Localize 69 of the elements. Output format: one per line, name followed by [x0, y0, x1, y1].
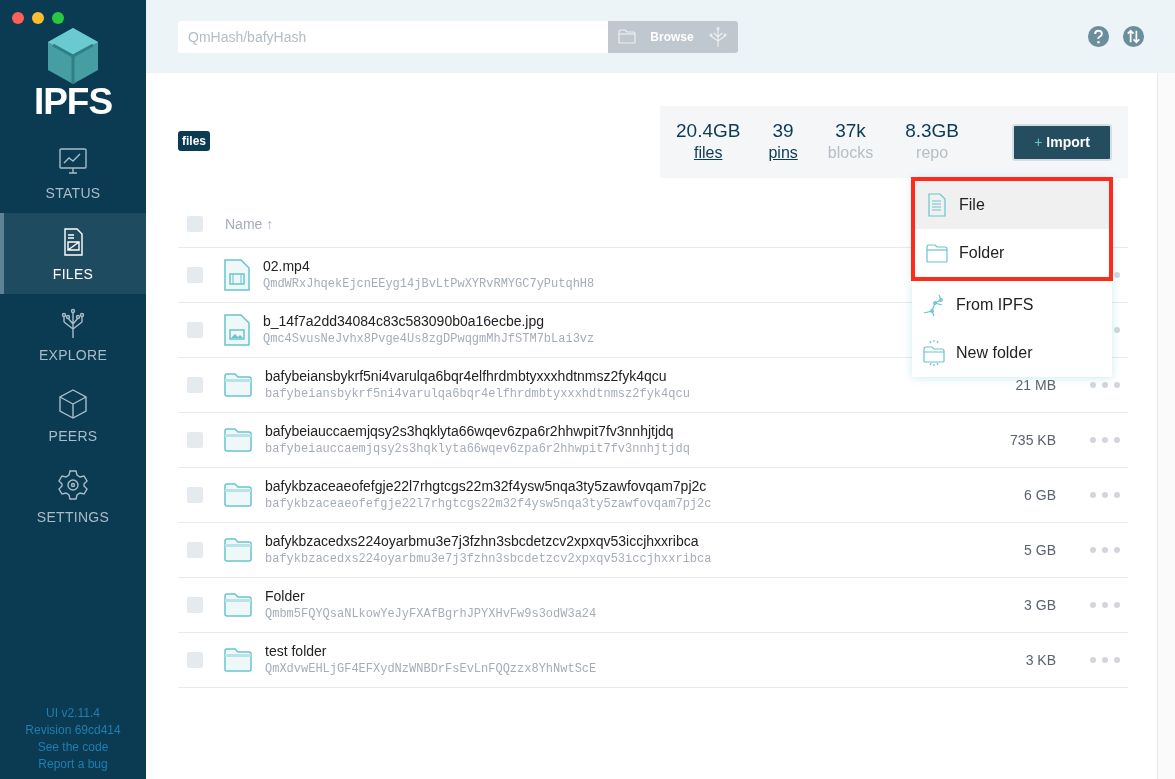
- file-name[interactable]: bafykbzacedxs224oyarbmu3e7j3fzhn3sbcdetzcv2xpxqv53iccjhxxribca: [265, 532, 936, 550]
- tree-icon: [708, 25, 728, 48]
- gear-icon: [57, 468, 89, 501]
- row-checkbox[interactable]: [187, 542, 203, 558]
- window-control-icon[interactable]: [12, 12, 24, 24]
- file-hash: bafybeiansbykrf5ni4varulqa6bqr4elfhrdmbtyxxxhdtnmsz2fyk4qcu: [265, 385, 691, 403]
- document-icon: [925, 192, 949, 218]
- stat-label: repo: [916, 143, 949, 163]
- folder-icon: [223, 537, 253, 563]
- file-size: 5 GB: [1023, 542, 1056, 558]
- file-name[interactable]: Folder: [265, 587, 936, 605]
- search-field[interactable]: QmHash/bafyHash: [178, 20, 608, 53]
- file-hash: Qmc4SvusNeJvhx8Pvge4Us8zgDPwqgmMhJfSTM7bLai3vz: [263, 330, 596, 348]
- file-name[interactable]: bafybeiauccaemjqsy2s3hqklyta66wqev6zpa6r2hhwpit7fv3nnhjtjdq: [265, 422, 936, 440]
- stat-value: 20.4GB: [676, 120, 741, 142]
- row-checkbox[interactable]: [187, 597, 203, 613]
- file-hash: QmXdvwEHLjGF4EFXydNzWNBDrFsEvLnFQQzzx8YhNwtScE: [265, 660, 598, 678]
- folder-icon: [223, 427, 253, 453]
- window-control-icon[interactable]: [32, 12, 44, 24]
- image-file-icon: [223, 313, 251, 347]
- stat-value: 37k: [835, 120, 866, 142]
- row-checkbox[interactable]: [187, 487, 203, 503]
- menu-item[interactable]: New folder: [912, 329, 1112, 377]
- folder-icon: [618, 29, 636, 44]
- folder-icon: [223, 647, 253, 673]
- file-size: 3 KB: [1024, 652, 1056, 668]
- file-name[interactable]: test folder: [265, 642, 936, 660]
- select-all-checkbox[interactable]: [187, 216, 203, 232]
- nav-item[interactable]: SETTINGS: [0, 456, 146, 537]
- file-size: 21 MB: [1014, 377, 1056, 393]
- nav-item[interactable]: PEERS: [0, 375, 146, 456]
- file-hash: bafykbzacedxs224oyarbmu3e7j3fzhn3sbcdetzcv2xpxqv53iccjhxxribca: [265, 550, 713, 568]
- window-control-icon[interactable]: [52, 12, 64, 24]
- nav-item[interactable]: FILES: [0, 213, 146, 294]
- network-graph-icon: [922, 292, 946, 318]
- file-name[interactable]: bafykbzaceaeofefgje22l7rhgtcgs22m32f4ysw5nqa3ty5zawfovqam7pj2c: [265, 477, 936, 495]
- stat-link[interactable]: files: [694, 142, 723, 164]
- transfer-icon[interactable]: [1122, 25, 1145, 48]
- breadcrumb-link[interactable]: files: [178, 131, 210, 151]
- help-icon[interactable]: [1087, 25, 1110, 48]
- new-folder-icon: [922, 340, 946, 366]
- row-checkbox[interactable]: [187, 652, 203, 668]
- cube-logo-icon: [45, 26, 101, 86]
- file-hash: Qmbm5FQYQsaNLkowYeJyFXAfBgrhJPYXHvFw9s3odW3a24: [265, 605, 598, 623]
- file-hash: bafykbzaceaeofefgje22l7rhgtcgs22m32f4ysw5nqa3ty5zawfovqam7pj2c: [265, 495, 713, 513]
- file-size: 735 KB: [1009, 432, 1056, 448]
- menu-item[interactable]: From IPFS: [912, 281, 1112, 329]
- folder-icon: [223, 372, 253, 398]
- stat-value: 39: [772, 120, 794, 142]
- file-hash: QmdWRxJhqekEjcnEEyg14jBvLtPwXYRvRMYGC7yPutqhH8: [263, 275, 596, 293]
- logo-text: IPFS: [33, 82, 113, 122]
- menu-item[interactable]: File: [915, 181, 1109, 229]
- stat-label: blocks: [827, 143, 874, 163]
- file-hash: bafybeiauccaemjqsy2s3hqklyta66wqev6zpa6r2hhwpit7fv3nnhjtjdq: [265, 440, 691, 458]
- row-checkbox[interactable]: [187, 377, 203, 393]
- row-checkbox[interactable]: [187, 267, 203, 283]
- cube-icon: [57, 387, 89, 420]
- row-checkbox[interactable]: [187, 322, 203, 338]
- file-size: 6 GB: [1023, 487, 1056, 503]
- row-checkbox[interactable]: [187, 432, 203, 448]
- file-size: 3 GB: [1023, 597, 1056, 613]
- nav-item[interactable]: EXPLORE: [0, 294, 146, 375]
- folder-icon: [223, 592, 253, 618]
- stat-link[interactable]: pins: [768, 142, 798, 164]
- folder-icon: [223, 482, 253, 508]
- import-button[interactable]: + Import: [1012, 123, 1112, 161]
- video-file-icon: [223, 258, 251, 292]
- stat-value: 8.3GB: [905, 120, 960, 142]
- nav-item[interactable]: STATUS: [0, 132, 146, 213]
